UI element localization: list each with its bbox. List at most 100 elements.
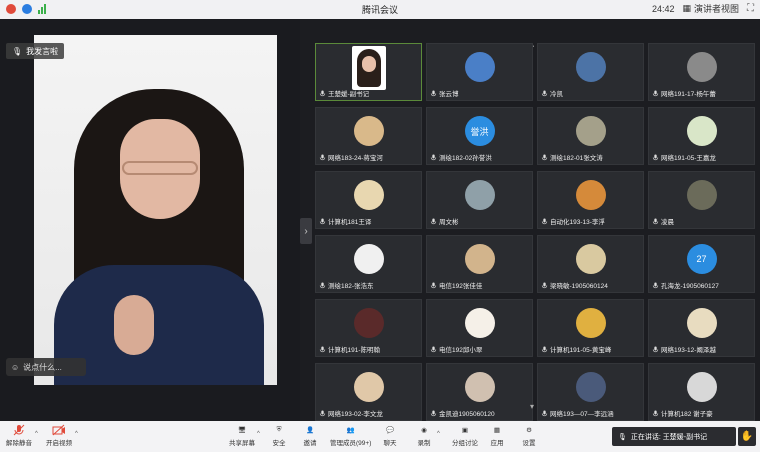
participant-tile[interactable]: 凌晨 bbox=[648, 171, 755, 229]
participant-name: 测绘182-张浩东 bbox=[319, 280, 374, 290]
chat-input[interactable]: ☺ 说点什么... bbox=[6, 358, 86, 376]
chevron-up-icon[interactable]: ^ bbox=[35, 431, 38, 437]
participant-name: 王楚媛-副书记 bbox=[319, 88, 369, 98]
chat-label: 聊天 bbox=[383, 440, 397, 447]
participant-name-label: 自动化193-13-李浮 bbox=[550, 219, 605, 226]
record-button[interactable]: ◉ 录制 bbox=[417, 423, 431, 447]
apps-button[interactable]: ▦ 应用 bbox=[490, 423, 504, 447]
collapse-panel-button[interactable]: › bbox=[300, 218, 312, 244]
participant-tile[interactable]: 王楚媛-副书记 bbox=[315, 43, 422, 101]
security-button[interactable]: ⛨ 安全 bbox=[272, 423, 286, 447]
participant-name: 计算机191-陈明翰 bbox=[319, 344, 380, 354]
avatar bbox=[575, 308, 606, 338]
scroll-down-icon[interactable]: ▾ bbox=[530, 402, 534, 411]
avatar bbox=[686, 180, 717, 210]
chevron-up-icon[interactable]: ^ bbox=[257, 431, 260, 437]
participant-name-label: 网络183-24-蒋宝河 bbox=[328, 155, 383, 162]
fullscreen-icon[interactable]: ⛶ bbox=[747, 3, 754, 14]
participant-tile[interactable]: 网络183-24-蒋宝河 bbox=[315, 107, 422, 165]
avatar bbox=[575, 180, 606, 210]
participant-name: 计算机181王译 bbox=[319, 216, 371, 226]
unmute-button[interactable]: 解除静音 bbox=[6, 423, 32, 447]
settings-label: 设置 bbox=[522, 440, 536, 447]
settings-button[interactable]: ⚙ 设置 bbox=[522, 423, 536, 447]
record-icon: ◉ bbox=[421, 427, 427, 434]
participant-name: 网络191-05-王嘉龙 bbox=[652, 152, 716, 162]
participant-name-label: 凌晨 bbox=[661, 219, 674, 226]
participant-tile[interactable]: 冷凯 bbox=[537, 43, 644, 101]
participant-tile[interactable]: 27 孔海龙-1905060127 bbox=[648, 235, 755, 293]
participant-tile[interactable]: 电信192张佳佳 bbox=[426, 235, 533, 293]
avatar bbox=[575, 116, 606, 146]
participant-name: 电信192邱小翠 bbox=[430, 344, 482, 354]
breakout-button[interactable]: ▣ 分组讨论 bbox=[452, 423, 478, 447]
participant-tile[interactable]: 誉洪 测绘182-02孙誉洪 bbox=[426, 107, 533, 165]
participant-tile[interactable]: 网络191-05-王嘉龙 bbox=[648, 107, 755, 165]
participant-tile[interactable]: 网络193-02-李文龙 bbox=[315, 363, 422, 421]
participant-name-label: 王楚媛-副书记 bbox=[328, 91, 370, 98]
avatar bbox=[353, 180, 384, 210]
participant-name-label: 网络193—07—李远涵 bbox=[550, 411, 614, 418]
participant-name-label: 梁晓敏-1905060124 bbox=[550, 283, 608, 290]
invite-button[interactable]: 👤 邀请 bbox=[303, 423, 317, 447]
participant-name-label: 计算机182 谢子豪 bbox=[661, 411, 713, 418]
speaker-glasses-shape bbox=[122, 161, 198, 175]
microphone-icon bbox=[430, 218, 437, 225]
chevron-up-icon[interactable]: ^ bbox=[437, 431, 440, 437]
participant-tile[interactable]: 测绘182-01张文涛 bbox=[537, 107, 644, 165]
chat-button[interactable]: 💬 聊天 bbox=[383, 423, 397, 447]
manage-members-button[interactable]: 👥 管理成员(99+) bbox=[330, 423, 371, 447]
microphone-icon bbox=[319, 346, 326, 353]
participant-name-label: 周文彬 bbox=[439, 219, 459, 226]
participant-name-label: 计算机181王译 bbox=[328, 219, 372, 226]
participant-name-label: 金凯迪1905060120 bbox=[439, 411, 495, 418]
microphone-icon bbox=[541, 154, 548, 161]
speak-indicator[interactable]: 🎙 我发言啦 bbox=[6, 43, 65, 59]
participant-name: 孔海龙-1905060127 bbox=[652, 280, 719, 290]
share-screen-button[interactable]: 🖥 共享屏幕 bbox=[229, 423, 255, 447]
participant-tile[interactable]: 网络191-17-杨午蕾 bbox=[648, 43, 755, 101]
participant-tile[interactable]: 周文彬 bbox=[426, 171, 533, 229]
participant-tile[interactable]: 网络193-12-阚泽越 bbox=[648, 299, 755, 357]
microphone-icon bbox=[652, 346, 659, 353]
participant-tile[interactable]: 网络193—07—李远涵 bbox=[537, 363, 644, 421]
microphone-icon bbox=[430, 154, 437, 161]
participant-tile[interactable]: 测绘182-张浩东 bbox=[315, 235, 422, 293]
avatar bbox=[686, 372, 717, 402]
participant-tile[interactable]: 计算机191-05-黄宝峰 bbox=[537, 299, 644, 357]
participant-tile[interactable]: 金凯迪1905060120 bbox=[426, 363, 533, 421]
microphone-icon bbox=[319, 218, 326, 225]
avatar bbox=[686, 116, 717, 146]
speaker-video[interactable] bbox=[34, 35, 277, 385]
microphone-icon: 🎙 bbox=[618, 433, 627, 441]
participant-name: 测绘182-02孙誉洪 bbox=[430, 152, 492, 162]
mic-off-icon bbox=[12, 423, 26, 437]
breakout-icon: ▣ bbox=[461, 427, 469, 434]
participant-name-label: 网络191-05-王嘉龙 bbox=[661, 155, 716, 162]
participant-name: 电信192张佳佳 bbox=[430, 280, 482, 290]
participant-tile[interactable]: 电信192邱小翠 bbox=[426, 299, 533, 357]
gear-icon: ⚙ bbox=[526, 427, 532, 434]
microphone-icon bbox=[541, 282, 548, 289]
avatar bbox=[686, 308, 717, 338]
emoji-icon[interactable]: ☺ bbox=[11, 363, 19, 372]
start-video-button[interactable]: 开启视频 bbox=[46, 423, 72, 447]
participant-tile[interactable]: 计算机182 谢子豪 bbox=[648, 363, 755, 421]
view-mode-button[interactable]: ▦ 演讲者视图 bbox=[682, 2, 739, 15]
participant-tile[interactable]: 自动化193-13-李浮 bbox=[537, 171, 644, 229]
avatar bbox=[575, 372, 606, 402]
microphone-icon bbox=[541, 218, 548, 225]
members-icon: 👥 bbox=[346, 427, 355, 434]
participant-name: 计算机182 谢子豪 bbox=[652, 408, 713, 418]
participant-tile[interactable]: 梁晓敏-1905060124 bbox=[537, 235, 644, 293]
participant-tile[interactable]: 计算机181王译 bbox=[315, 171, 422, 229]
chevron-up-icon[interactable]: ^ bbox=[75, 431, 78, 437]
avatar bbox=[464, 244, 495, 274]
participant-tile[interactable]: 张云博 bbox=[426, 43, 533, 101]
share-screen-icon: 🖥 bbox=[237, 427, 247, 434]
shield-icon: ⛨ bbox=[276, 426, 282, 433]
participant-tile[interactable]: 计算机191-陈明翰 bbox=[315, 299, 422, 357]
raise-hand-button[interactable]: ✋ bbox=[738, 427, 756, 446]
microphone-icon bbox=[430, 282, 437, 289]
chat-placeholder: 说点什么... bbox=[23, 362, 62, 372]
